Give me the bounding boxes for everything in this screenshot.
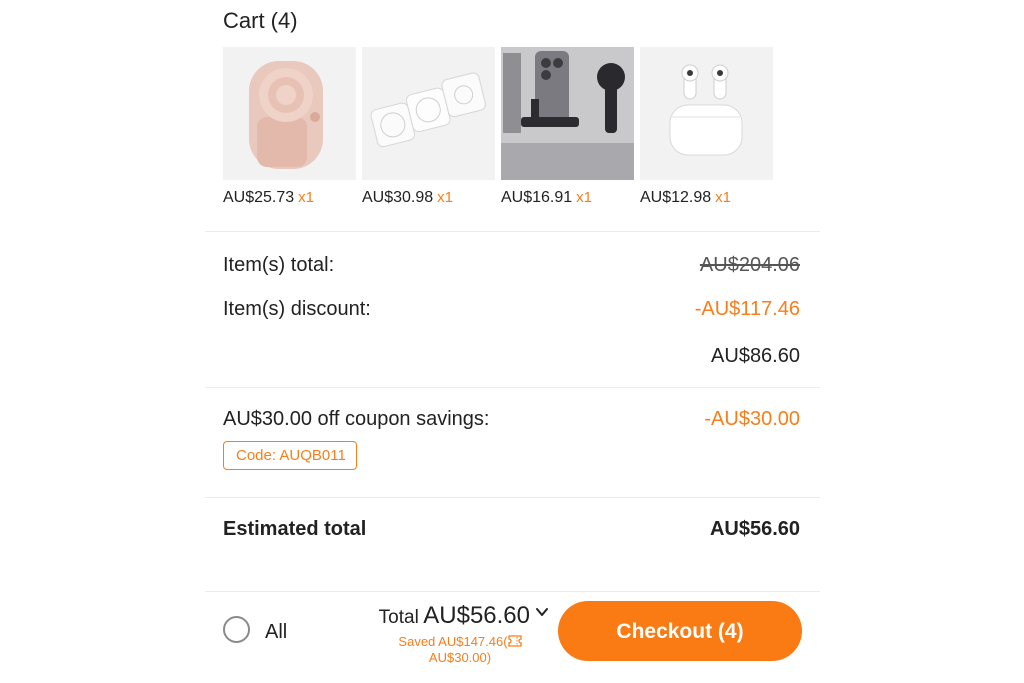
coupon-savings-label: AU$30.00 off coupon savings:	[223, 408, 490, 430]
cart-item-price-value: AU$12.98	[640, 189, 712, 206]
total-summary[interactable]: Total AU$56.60	[379, 602, 550, 630]
cart-item-price-value: AU$25.73	[223, 189, 295, 206]
coupon-code-badge[interactable]: Code: AUQB011	[223, 441, 357, 470]
laptop-phone-mount-icon[interactable]	[501, 47, 634, 180]
cart-item-qty: x1	[437, 189, 454, 206]
cart-item-qty: x1	[298, 189, 315, 206]
cart-item-price-value: AU$16.91	[501, 189, 573, 206]
cart-thumbnails: AU$25.73 x1 AU$30.98 x1 AU$16.91 x1 AU$1…	[223, 47, 783, 217]
cart-item-price: AU$12.98 x1	[640, 189, 731, 207]
cart-item[interactable]: AU$25.73 x1	[223, 47, 356, 206]
cart-title: Cart (4)	[223, 8, 298, 33]
select-all-radio[interactable]	[223, 616, 250, 643]
cart-item-price: AU$25.73 x1	[223, 189, 314, 207]
coupon-ticket-icon	[507, 635, 522, 647]
cart-item-qty: x1	[576, 189, 593, 206]
camera-grip-icon[interactable]	[223, 47, 356, 180]
earbuds-case-icon[interactable]	[640, 47, 773, 180]
total-prefix: Total	[378, 607, 419, 628]
subtotal-value: AU$86.60	[711, 345, 800, 367]
divider	[205, 231, 820, 232]
select-all-label[interactable]: All	[265, 621, 287, 644]
cart-item-price: AU$16.91 x1	[501, 189, 592, 207]
cart-item[interactable]: AU$30.98 x1	[362, 47, 495, 206]
chevron-down-icon[interactable]	[534, 604, 550, 620]
coupon-savings-value: -AU$30.00	[704, 408, 800, 430]
cart-item-price-value: AU$30.98	[362, 189, 434, 206]
items-total-label: Item(s) total:	[223, 254, 335, 276]
savings-note: Saved AU$147.46( AU$30.00)	[370, 634, 550, 666]
total-amount: AU$56.60	[423, 602, 530, 629]
checkout-button[interactable]: Checkout (4)	[558, 601, 802, 661]
divider	[205, 497, 820, 498]
estimated-total-value: AU$56.60	[709, 518, 800, 540]
cart-item-price: AU$30.98 x1	[362, 189, 453, 207]
cart-panel: Cart (4) AU$25.73 x1 AU$30.98 x1 AU$16.9…	[205, 0, 820, 683]
wireless-charger-icon[interactable]	[362, 47, 495, 180]
savings-note-line1: Saved AU$147.46(	[398, 634, 508, 649]
items-total-value: AU$204.06	[699, 254, 800, 276]
divider	[205, 387, 820, 388]
divider	[205, 591, 820, 592]
estimated-total-label: Estimated total	[223, 518, 367, 540]
cart-item[interactable]: AU$12.98 x1	[640, 47, 773, 206]
items-discount-value: -AU$117.46	[694, 298, 800, 320]
cart-item[interactable]: AU$16.91 x1	[501, 47, 634, 206]
savings-note-line2: AU$30.00)	[428, 650, 492, 665]
cart-item-qty: x1	[715, 189, 732, 206]
items-discount-label: Item(s) discount:	[223, 298, 371, 320]
